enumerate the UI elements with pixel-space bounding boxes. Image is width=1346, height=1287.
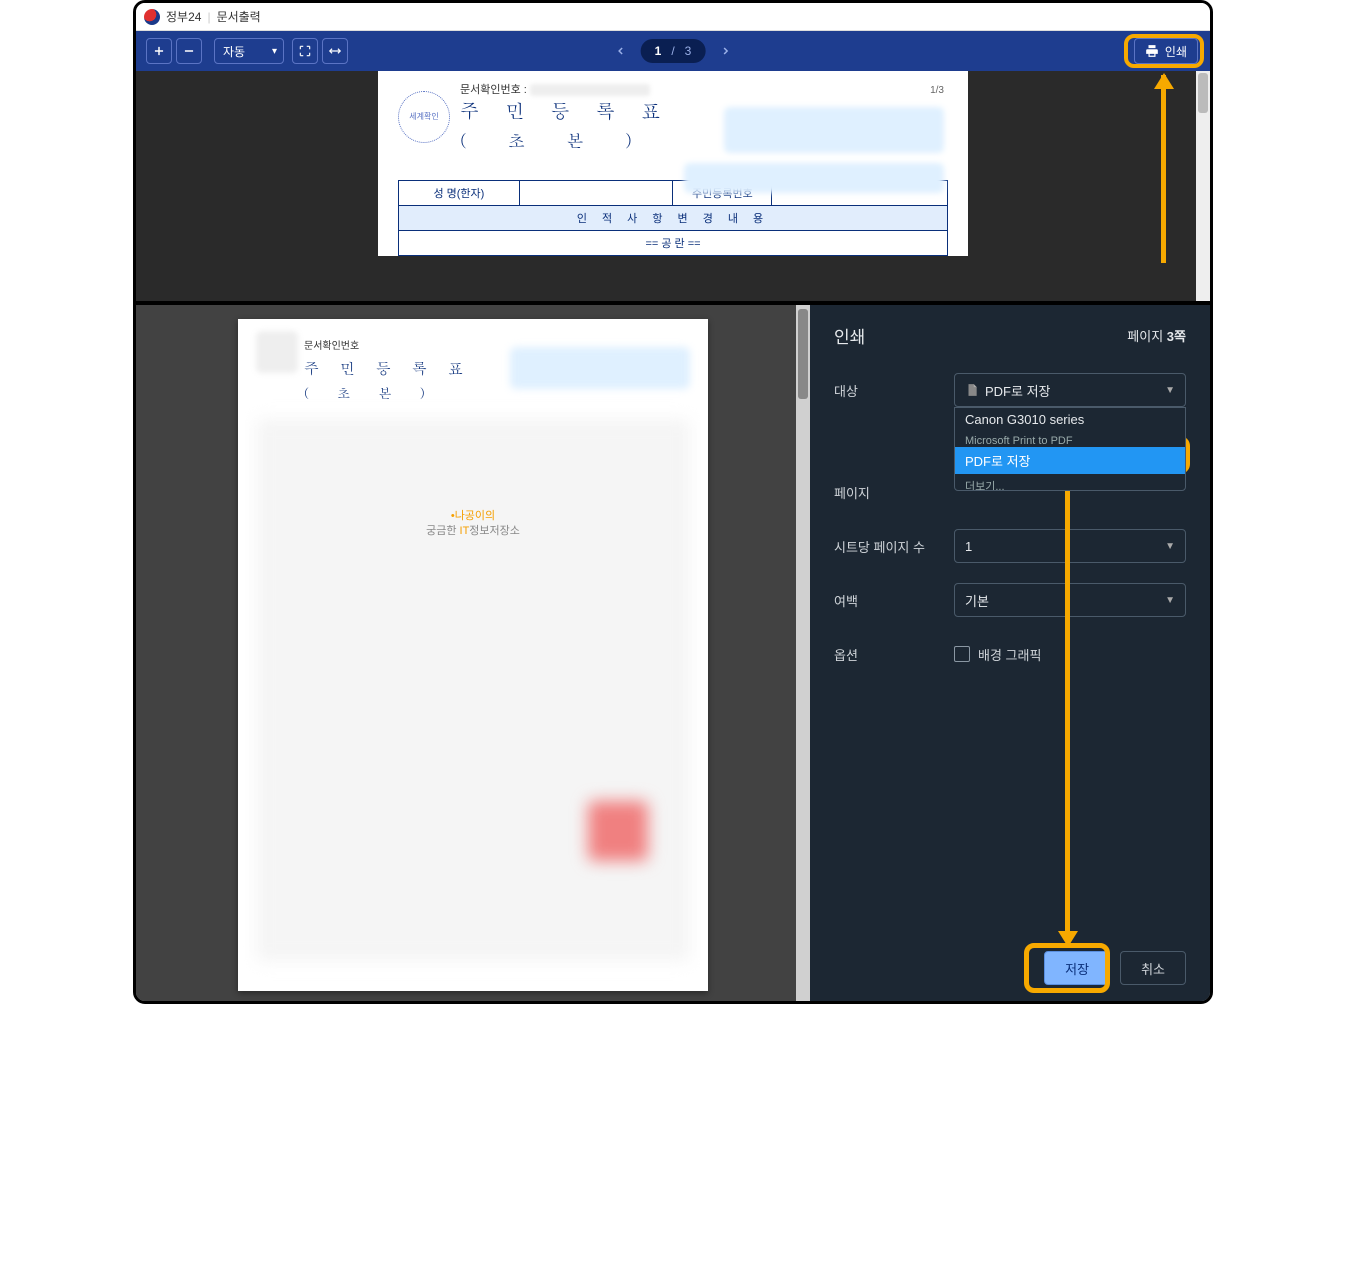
doc-page-number: 1/3 <box>930 85 944 96</box>
preview-logo-redacted <box>256 331 298 373</box>
section-header: 인 적 사 항 변 경 내 용 <box>399 206 948 231</box>
doc-number-redacted <box>530 84 650 96</box>
printer-icon <box>1145 44 1159 58</box>
document-title: 주 민 등 록 표 <box>460 97 670 124</box>
gov24-logo-icon <box>144 9 160 25</box>
destination-select[interactable]: PDF로 저장 ▼ <box>954 373 1186 407</box>
dialog-title: 인쇄 <box>834 323 865 348</box>
seal-stamp-icon: 세계확인 <box>398 91 450 143</box>
pdf-file-icon <box>965 383 979 397</box>
title-separator: | <box>207 10 210 24</box>
print-button-label: 인쇄 <box>1165 43 1187 60</box>
redacted-block <box>684 163 944 193</box>
next-page-button[interactable] <box>713 39 737 63</box>
zoom-out-button[interactable] <box>176 38 202 64</box>
bg-graphics-checkbox[interactable] <box>954 646 970 662</box>
minus-icon <box>182 44 196 58</box>
fit-page-button[interactable] <box>292 38 318 64</box>
blank-row: == 공 란 == <box>399 231 948 256</box>
destination-option-canon[interactable]: Canon G3010 series <box>955 408 1185 431</box>
caret-down-icon: ▼ <box>1165 541 1175 552</box>
label-destination: 대상 <box>834 381 954 400</box>
site-name: 정부24 <box>166 8 201 25</box>
window-titlebar: 정부24 | 문서출력 <box>136 3 1210 31</box>
document-subtitle: ( 초 본 ) <box>460 128 670 152</box>
preview-stamp-redacted <box>588 801 648 861</box>
destination-dropdown: Canon G3010 series Microsoft Print to PD… <box>954 407 1186 491</box>
destination-option-ms[interactable]: Microsoft Print to PDF <box>955 431 1185 447</box>
margins-value: 기본 <box>965 591 989 610</box>
doc-number-label: 문서확인번호 : <box>460 84 527 96</box>
preview-body-redacted <box>256 419 690 961</box>
total-pages: 3 <box>685 44 692 58</box>
watermark-text: •나공이의 궁금한 IT정보저장소 <box>426 509 520 540</box>
label-margins: 여백 <box>834 591 954 610</box>
print-dialog-panel: 인쇄 페이지 3쪽 대상 PDF로 저장 ▼ Canon G3010 serie… <box>810 305 1210 1001</box>
current-page[interactable]: 1 <box>655 44 662 58</box>
caret-down-icon: ▼ <box>1165 595 1175 606</box>
cancel-button[interactable]: 취소 <box>1120 951 1186 985</box>
viewer-toolbar: 자동 1 / 3 <box>136 31 1210 71</box>
label-options: 옵션 <box>834 645 954 664</box>
margins-select[interactable]: 기본 ▼ <box>954 583 1186 617</box>
fit-width-button[interactable] <box>322 38 348 64</box>
preview-scrollbar[interactable] <box>796 305 810 1001</box>
expand-icon <box>298 44 312 58</box>
destination-option-more[interactable]: 더보기... <box>955 474 1185 490</box>
print-preview-pane: 문서확인번호 주 민 등 록 표 ( 초 본 ) •나공이의 궁금한 IT정보저… <box>136 305 810 1001</box>
per-sheet-select[interactable]: 1 ▼ <box>954 529 1186 563</box>
cancel-button-label: 취소 <box>1141 959 1165 978</box>
preview-page: 문서확인번호 주 민 등 록 표 ( 초 본 ) •나공이의 궁금한 IT정보저… <box>238 319 708 991</box>
prev-page-button[interactable] <box>609 39 633 63</box>
preview-redacted <box>510 347 690 389</box>
fit-width-icon <box>328 44 342 58</box>
zoom-mode-value: 자동 <box>223 43 245 60</box>
col-name-header: 성 명(한자) <box>399 181 520 206</box>
label-per-sheet: 시트당 페이지 수 <box>834 537 954 556</box>
zoom-mode-select[interactable]: 자동 <box>214 38 284 64</box>
redacted-block <box>724 107 944 153</box>
document-viewport[interactable]: 1/3 세계확인 문서확인번호 : 주 민 등 록 표 ( 초 본 ) <box>136 71 1210 301</box>
bg-graphics-label: 배경 그래픽 <box>978 645 1041 664</box>
save-button-label: 저장 <box>1065 959 1089 978</box>
zoom-in-button[interactable] <box>146 38 172 64</box>
label-pages: 페이지 <box>834 483 954 502</box>
per-sheet-value: 1 <box>965 539 972 554</box>
print-button[interactable]: 인쇄 <box>1134 38 1198 64</box>
plus-icon <box>152 44 166 58</box>
chevron-right-icon <box>719 45 731 57</box>
page-indicator: 1 / 3 <box>641 39 706 63</box>
destination-value: PDF로 저장 <box>985 381 1051 400</box>
sheet-count: 페이지 3쪽 <box>1127 326 1186 345</box>
viewer-scrollbar[interactable] <box>1196 71 1210 301</box>
page-separator: / <box>671 44 674 58</box>
chevron-left-icon <box>615 45 627 57</box>
page-name: 문서출력 <box>217 8 261 25</box>
caret-down-icon: ▼ <box>1165 385 1175 396</box>
document-page: 1/3 세계확인 문서확인번호 : 주 민 등 록 표 ( 초 본 ) <box>378 71 968 256</box>
destination-option-pdf[interactable]: PDF로 저장 <box>955 447 1185 474</box>
save-button[interactable]: 저장 <box>1044 951 1110 985</box>
